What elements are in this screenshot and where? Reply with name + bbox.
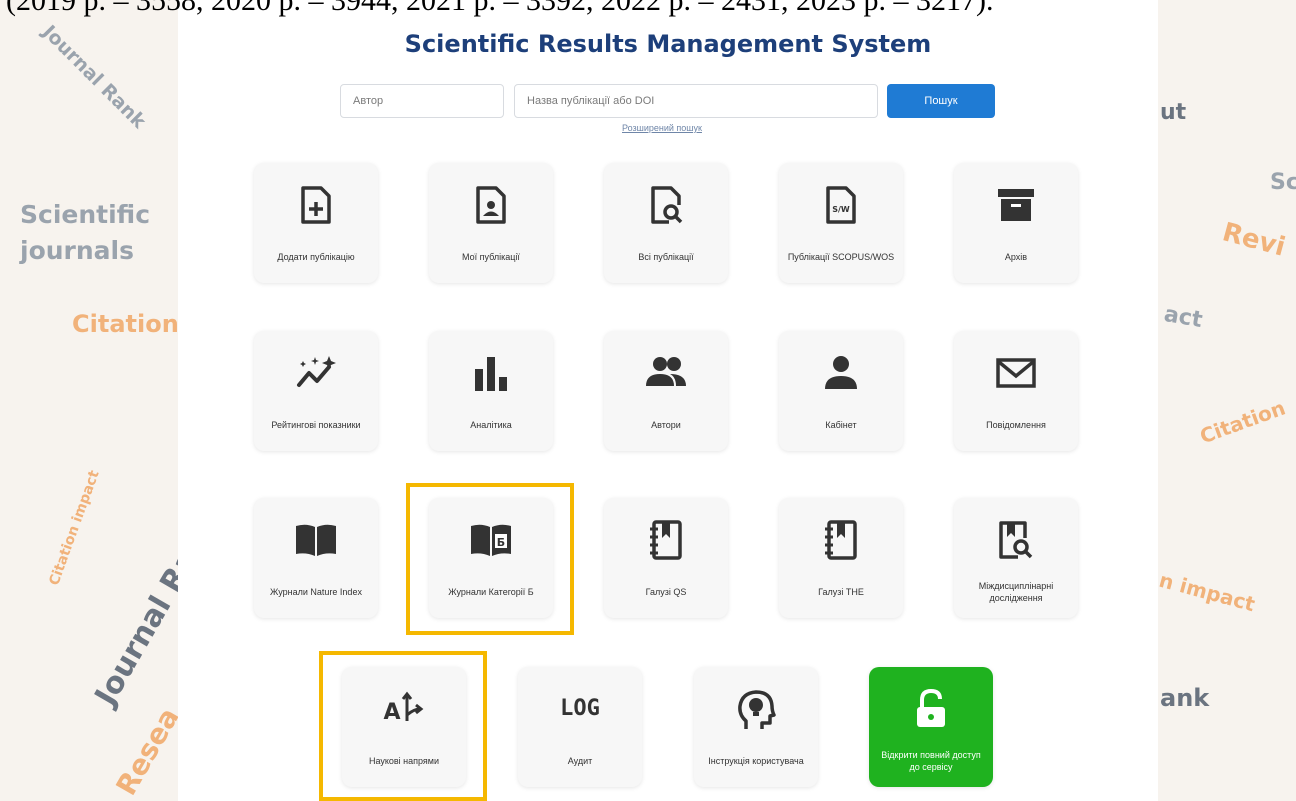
- svg-text:S/W: S/W: [832, 205, 850, 214]
- tile-label: Рейтингові показники: [271, 420, 361, 430]
- tile-label: Публікації SCOPUS/WOS: [787, 252, 895, 262]
- bg-word-sc: Sc: [1270, 170, 1296, 195]
- bg-word-citation: Citation: [72, 310, 179, 338]
- tile-label: Інструкція користувача: [708, 756, 804, 766]
- user-icon: [825, 356, 857, 389]
- file-user-icon: [476, 186, 506, 224]
- bg-word-scientific: Scientific: [20, 200, 151, 229]
- tile-label: Повідомлення: [986, 420, 1046, 430]
- bg-word-act: act: [1162, 301, 1205, 334]
- main-panel: Scientific Results Management System Авт…: [178, 0, 1158, 801]
- trend-sparkle-icon: [297, 356, 336, 387]
- bg-word-revi: Revi: [1219, 217, 1289, 263]
- tile-authors[interactable]: Автори: [604, 331, 728, 451]
- tile-instructions[interactable]: Інструкція користувача: [694, 667, 818, 787]
- tile-label: Галузі THE: [818, 587, 864, 597]
- bg-word-ank: ank: [1160, 684, 1210, 712]
- tile-label: Аналітика: [470, 420, 512, 430]
- page-title: Scientific Results Management System: [404, 30, 932, 58]
- bar-chart-icon: [475, 357, 507, 391]
- tile-label: Журнали Nature Index: [270, 587, 362, 597]
- notebook-icon: [825, 520, 857, 560]
- tile-full-access[interactable]: Відкрити повний доступ до сервісу: [869, 667, 993, 787]
- file-search-icon: [651, 186, 683, 224]
- tile-label: Кабінет: [825, 420, 857, 430]
- log-icon: LOG: [560, 696, 600, 721]
- bg-word-citation-right: Citation: [1196, 395, 1289, 449]
- search-button[interactable]: Пошук: [887, 84, 995, 118]
- tile-label: Автори: [651, 420, 681, 430]
- open-book-icon: [296, 524, 336, 556]
- bg-word-journals: journals: [20, 236, 134, 265]
- tile-the-fields[interactable]: Галузі THE: [779, 498, 903, 618]
- envelope-icon: [996, 358, 1036, 388]
- bg-word-resea: Resea: [109, 702, 186, 801]
- tile-messages[interactable]: Повідомлення: [954, 331, 1078, 451]
- tile-analytics[interactable]: Аналітика: [429, 331, 553, 451]
- bookmark-search-icon: [999, 521, 1033, 559]
- tile-scopus-wos[interactable]: S/W Публікації SCOPUS/WOS: [779, 163, 903, 283]
- notebook-icon: [650, 520, 682, 560]
- tile-all-publications[interactable]: Всі публікації: [604, 163, 728, 283]
- users-icon: [646, 357, 686, 386]
- tile-cabinet[interactable]: Кабінет: [779, 331, 903, 451]
- bg-word-ut: ut: [1160, 100, 1187, 125]
- bg-word-impact: n impact: [1156, 567, 1258, 617]
- tile-label: Додати публікацію: [277, 252, 355, 262]
- tile-my-publications[interactable]: Мої публікації: [429, 163, 553, 283]
- archive-icon: [998, 189, 1034, 221]
- tile-archive[interactable]: Архів: [954, 163, 1078, 283]
- tile-label: Галузі QS: [645, 587, 687, 597]
- document-text-fragment: (2019 р. – 3558, 2020 р. – 3944, 2021 р.…: [6, 0, 994, 17]
- tile-label: Мої публікації: [462, 252, 520, 262]
- bg-word-citation-impact: Citation impact: [46, 468, 103, 588]
- tile-qs-fields[interactable]: Галузі QS: [604, 498, 728, 618]
- file-plus-icon: [301, 186, 331, 224]
- tile-audit[interactable]: LOG Аудит: [518, 667, 642, 787]
- file-sw-icon: S/W: [826, 186, 856, 224]
- highlight-category-b: [406, 483, 574, 635]
- unlock-icon: [917, 689, 945, 727]
- tile-label: Міждисциплінарні дослідження: [978, 581, 1054, 603]
- head-lightbulb-icon: [738, 690, 776, 729]
- advanced-search-link[interactable]: Розширений пошук: [622, 123, 702, 133]
- tile-add-publication[interactable]: Додати публікацію: [254, 163, 378, 283]
- tile-label: Всі публікації: [638, 252, 694, 262]
- author-input[interactable]: Автор: [340, 84, 504, 118]
- highlight-research-areas: [319, 651, 487, 801]
- tile-label: Аудит: [567, 756, 593, 766]
- tile-ratings[interactable]: Рейтингові показники: [254, 331, 378, 451]
- tile-label: Відкрити повний доступ до сервісу: [881, 750, 981, 772]
- title-doi-input[interactable]: Назва публікації або DOI: [514, 84, 878, 118]
- tile-nature-index[interactable]: Журнали Nature Index: [254, 498, 378, 618]
- bg-word-journal-rank: Journal Rank: [38, 21, 150, 133]
- tile-interdisciplinary[interactable]: Міждисциплінарні дослідження: [954, 498, 1078, 618]
- tile-label: Архів: [1004, 252, 1028, 262]
